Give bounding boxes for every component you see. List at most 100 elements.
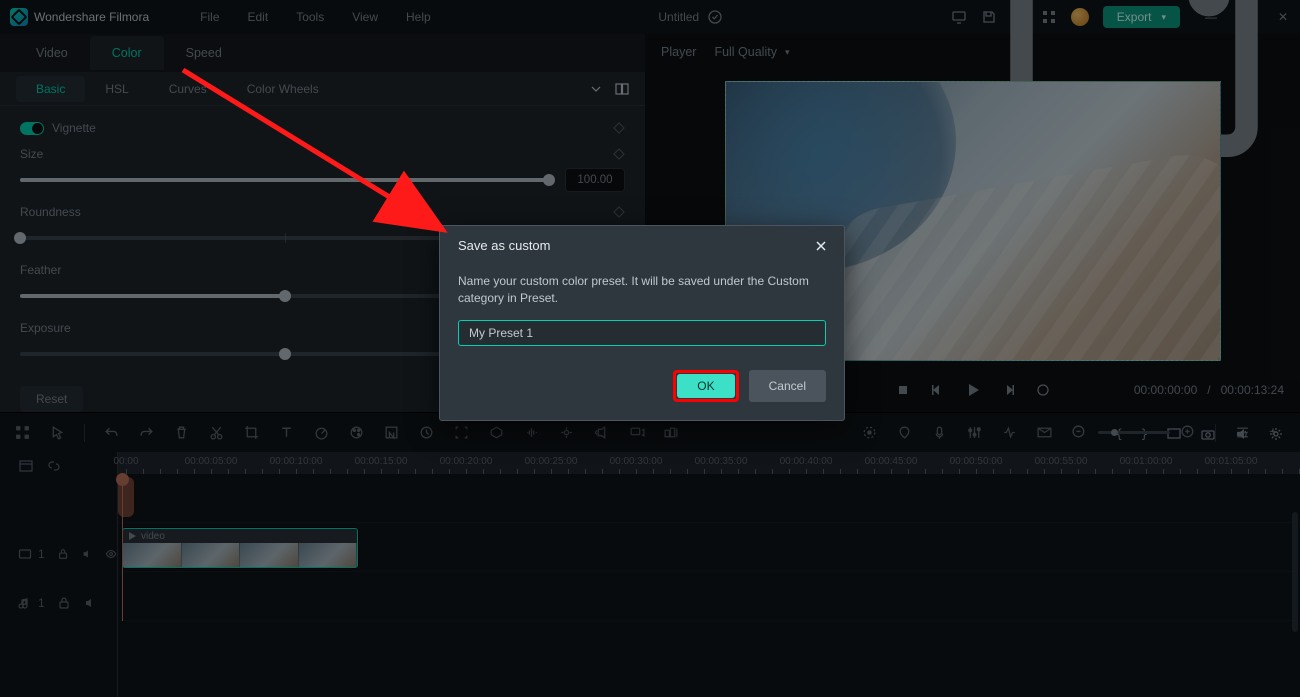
audio-mixer-icon[interactable] [966,424,983,441]
menu-file[interactable]: File [200,10,219,24]
crop-icon[interactable] [243,424,260,441]
menu-tools[interactable]: Tools [296,10,324,24]
subtab-color-wheels[interactable]: Color Wheels [227,76,339,102]
menu-edit[interactable]: Edit [248,10,269,24]
time-current: 00:00:00:00 [1134,383,1197,397]
next-frame-icon[interactable] [1001,382,1017,398]
render-preview-icon[interactable] [1036,424,1053,441]
preset-name-input[interactable] [458,320,826,346]
play-icon[interactable] [963,380,983,400]
video-clip[interactable]: video [122,528,358,568]
ruler-label: 00:00:10:00 [270,456,323,467]
vignette-toggle[interactable] [20,122,44,135]
track-lock-icon[interactable] [57,547,69,561]
speed-tool-icon[interactable] [313,424,330,441]
color-tool-icon[interactable] [348,424,365,441]
exposure-label: Exposure [20,321,71,335]
size-reset-icon[interactable] [613,148,625,160]
video-track[interactable]: video [118,523,1300,572]
reset-button[interactable]: Reset [20,386,83,412]
track-mute-icon[interactable] [81,547,93,561]
zoom-out-icon[interactable] [1071,424,1088,441]
marker-add-icon[interactable] [861,424,878,441]
adjust-audio-icon[interactable] [523,424,540,441]
document-title: Untitled [658,10,699,24]
zoom-slider[interactable] [1098,431,1170,434]
menu-help[interactable]: Help [406,10,431,24]
redo-icon[interactable] [138,424,155,441]
dialog-close-icon[interactable] [814,239,828,253]
size-slider[interactable] [20,178,549,182]
subtab-basic[interactable]: Basic [16,76,85,102]
fullscreen-preview-icon[interactable] [1166,426,1182,442]
ruler-label: 00:00:20:00 [440,456,493,467]
ruler-label: 00:00:40:00 [780,456,833,467]
timeline-panel: 1 1 00:0000:00:05:0000:00:10:0000:00:15:… [0,452,1300,697]
vignette-reset-icon[interactable] [613,122,625,134]
mixer-icon[interactable] [663,424,680,441]
tab-video[interactable]: Video [14,36,90,70]
playhead[interactable] [122,474,123,621]
keyframe-tool-icon[interactable] [418,424,435,441]
prev-frame-icon[interactable] [929,382,945,398]
mask-tool-icon[interactable] [488,424,505,441]
snapshot-icon[interactable] [1200,426,1216,442]
volume-icon[interactable] [1234,426,1250,442]
overlay-track[interactable] [118,474,1300,523]
media-bin-icon[interactable] [18,458,34,474]
subtab-curves[interactable]: Curves [149,76,227,102]
layout-grid-icon[interactable] [14,424,31,441]
ruler-label: 00:00:45:00 [865,456,918,467]
cancel-button[interactable]: Cancel [749,370,826,402]
ruler-label: 00:00 [113,456,138,467]
audio-track[interactable] [118,572,1300,621]
timeline-vertical-scrollbar[interactable] [1292,512,1298,632]
auto-reframe-icon[interactable] [453,424,470,441]
timeline-header-left [0,452,117,480]
player-quality-label: Full Quality [714,45,777,59]
settings-gear-icon[interactable] [1268,426,1284,442]
compare-view-icon[interactable] [615,82,629,96]
green-screen-icon[interactable] [383,424,400,441]
selection-tool-icon[interactable] [49,424,66,441]
menu-view[interactable]: View [352,10,378,24]
tab-speed[interactable]: Speed [164,36,244,70]
audio-track-lock-icon[interactable] [57,596,71,610]
cut-split-icon[interactable] [208,424,225,441]
ruler-label: 00:00:15:00 [355,456,408,467]
detach-audio-icon[interactable] [593,424,610,441]
stop-icon[interactable] [895,382,911,398]
loop-icon[interactable] [1035,382,1051,398]
panel-expand-icon[interactable] [589,82,603,96]
link-clips-icon[interactable] [46,458,62,474]
ok-button[interactable]: OK [677,374,734,398]
ruler-label: 00:00:30:00 [610,456,663,467]
text-tool-icon[interactable] [278,424,295,441]
app-logo-icon [10,8,28,26]
app-title: Wondershare Filmora [34,10,149,24]
subtab-hsl[interactable]: HSL [85,76,148,102]
auto-beat-sync-icon[interactable] [1001,424,1018,441]
tab-color[interactable]: Color [90,36,164,70]
marker-list-icon[interactable] [896,424,913,441]
voiceover-icon[interactable] [931,424,948,441]
size-value[interactable]: 100.00 [565,168,625,192]
track-visibility-icon[interactable] [105,547,117,561]
mark-out-icon[interactable]: } [1141,427,1148,441]
dialog-message: Name your custom color preset. It will b… [458,273,826,308]
dialog-title: Save as custom [458,238,551,253]
device-preview-icon[interactable] [951,9,967,25]
delete-icon[interactable] [173,424,190,441]
record-voiceover-icon[interactable] [628,424,645,441]
timeline-ruler[interactable]: 00:0000:00:05:0000:00:10:0000:00:15:0000… [118,452,1300,474]
roundness-reset-icon[interactable] [613,206,625,218]
color-subtabs: Basic HSL Curves Color Wheels [0,72,645,106]
audio-track-header[interactable]: 1 [0,578,117,627]
video-track-index: 1 [38,547,45,561]
motion-tracking-icon[interactable] [558,424,575,441]
audio-track-mute-icon[interactable] [83,596,97,610]
undo-icon[interactable] [103,424,120,441]
clip-name: video [141,531,165,542]
video-track-header[interactable]: 1 [0,529,117,578]
player-quality-dropdown[interactable]: Full Quality ▾ [714,45,789,59]
